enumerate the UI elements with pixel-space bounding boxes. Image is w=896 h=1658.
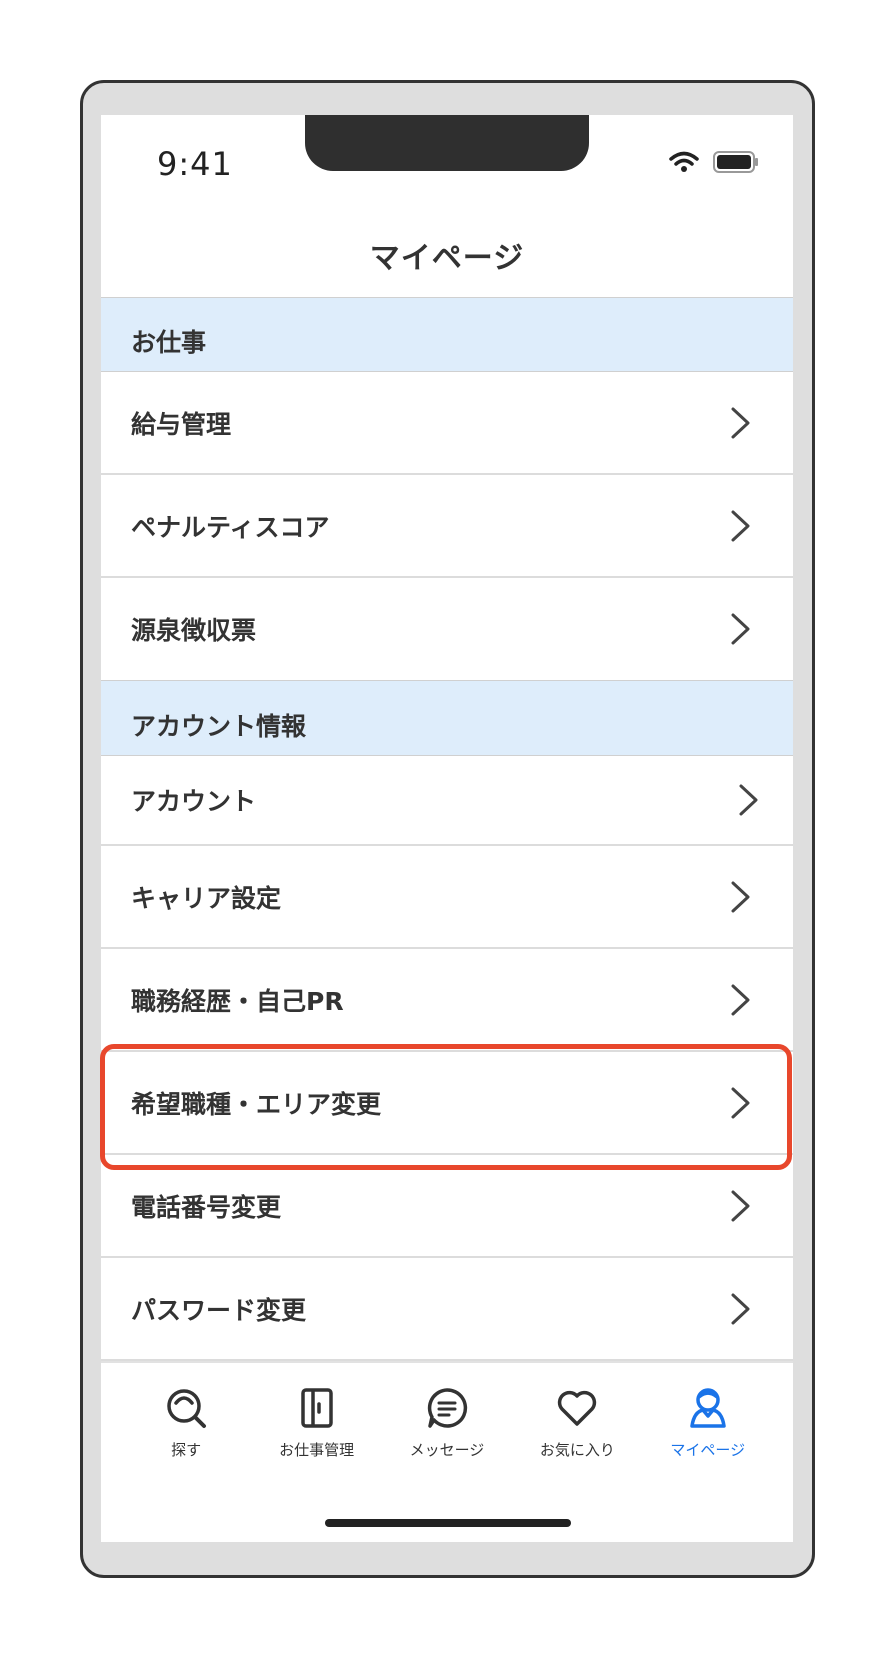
menu-item-label: アカウント: [131, 787, 257, 816]
tab-label: マイページ: [670, 1441, 746, 1459]
menu-item-desired-job-area[interactable]: 希望職種・エリア変更: [101, 1052, 793, 1155]
tab-label: 探す: [171, 1441, 202, 1459]
tab-favorites[interactable]: お気に入り: [517, 1387, 637, 1460]
search-icon: [167, 1389, 207, 1428]
status-icons: [669, 151, 759, 173]
menu-item-career-settings[interactable]: キャリア設定: [101, 846, 793, 949]
menu-item-work-history-pr[interactable]: 職務経歴・自己PR: [101, 949, 793, 1052]
menu-item-salary[interactable]: 給与管理: [101, 372, 793, 475]
menu-item-account[interactable]: アカウント: [101, 756, 793, 846]
notch: [305, 115, 589, 171]
tab-search[interactable]: 探す: [126, 1387, 246, 1460]
menu-item-withholding-slip[interactable]: 源泉徴収票: [101, 578, 793, 681]
chevron-right-icon: [731, 1190, 750, 1221]
menu-item-label: ペナルティスコア: [131, 512, 330, 542]
chevron-right-icon: [739, 784, 758, 816]
page-title: マイページ: [369, 241, 525, 276]
menu-item-label: キャリア設定: [131, 883, 282, 913]
chevron-right-icon: [731, 510, 750, 541]
section-header-account-info: アカウント情報: [101, 681, 793, 756]
settings-list: お仕事 給与管理 ペナルティスコア 源泉徴収票 アカウント情報 アカウント キャ…: [101, 297, 793, 1361]
chevron-right-icon: [731, 984, 750, 1015]
wifi-icon: [669, 151, 699, 172]
menu-item-label: パスワード変更: [131, 1295, 307, 1325]
menu-item-password-change[interactable]: パスワード変更: [101, 1258, 793, 1361]
tab-label: お仕事管理: [279, 1441, 355, 1459]
chevron-right-icon: [731, 613, 750, 645]
tab-mypage[interactable]: マイページ: [648, 1387, 768, 1460]
tab-bar: 探す お仕事管理 メッセージ お気に入り マイページ: [101, 1361, 793, 1542]
tab-label: お気に入り: [539, 1441, 615, 1459]
heart-icon: [558, 1390, 597, 1426]
chevron-right-icon: [731, 1087, 750, 1118]
message-icon: [427, 1388, 468, 1428]
tab-messages[interactable]: メッセージ: [387, 1387, 507, 1460]
phone-screen: 9:41 マイページ お仕事 給与管理 ペナルティスコア 源泉徴収票 アカウント…: [101, 115, 793, 1542]
menu-item-label: 電話番号変更: [131, 1192, 282, 1222]
job-book-icon: [300, 1388, 333, 1428]
tab-job-management[interactable]: お仕事管理: [257, 1387, 377, 1460]
chevron-right-icon: [731, 407, 750, 438]
chevron-right-icon: [731, 881, 750, 912]
user-icon: [690, 1388, 726, 1428]
menu-item-label: 希望職種・エリア変更: [131, 1089, 382, 1119]
menu-item-label: 源泉徴収票: [131, 616, 257, 645]
menu-item-label: 給与管理: [131, 409, 232, 439]
menu-item-phone-change[interactable]: 電話番号変更: [101, 1155, 793, 1258]
chevron-right-icon: [731, 1293, 750, 1324]
battery-icon: [713, 151, 758, 173]
status-time: 9:41: [157, 145, 233, 183]
menu-item-label: 職務経歴・自己PR: [131, 986, 344, 1016]
home-indicator: [325, 1519, 571, 1527]
menu-item-penalty-score[interactable]: ペナルティスコア: [101, 475, 793, 578]
tab-label: メッセージ: [409, 1441, 485, 1459]
section-header-work: お仕事: [101, 297, 793, 372]
